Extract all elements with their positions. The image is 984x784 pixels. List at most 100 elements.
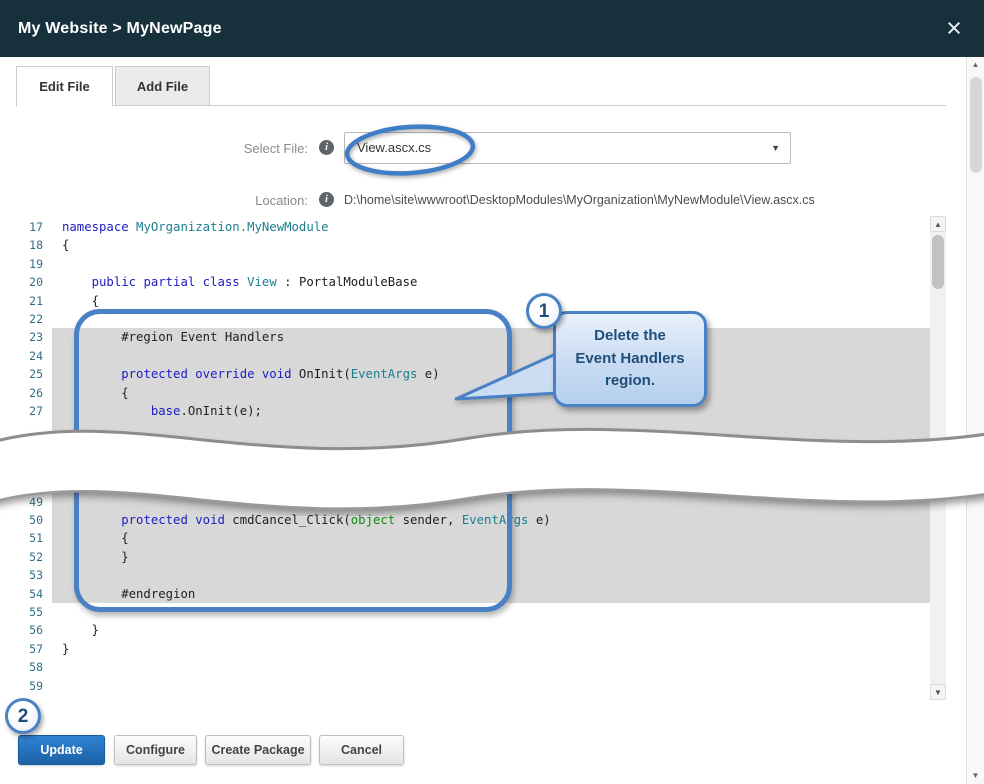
code-text: #endregion xyxy=(52,585,930,603)
page-scrollbar[interactable]: ▲ ▼ xyxy=(966,57,984,784)
configure-button[interactable]: Configure xyxy=(114,735,197,765)
chevron-down-icon: ▼ xyxy=(771,133,780,163)
scrollbar-thumb[interactable] xyxy=(932,235,944,289)
line-number: 48 xyxy=(16,474,52,492)
code-text: { xyxy=(52,292,930,310)
tab-add-file[interactable]: Add File xyxy=(115,66,210,106)
line-number: 52 xyxy=(16,548,52,566)
breadcrumb-title: My Website > MyNewPage xyxy=(18,0,222,57)
code-line: 51 { xyxy=(16,529,930,547)
info-icon[interactable]: i xyxy=(319,192,334,207)
code-text xyxy=(52,677,930,695)
code-text xyxy=(52,658,930,676)
code-text: { xyxy=(52,236,930,254)
line-number: 17 xyxy=(16,218,52,236)
line-number: 25 xyxy=(16,365,52,383)
code-text: #region Event Handlers xyxy=(52,328,930,346)
scroll-up-icon[interactable]: ▲ xyxy=(967,57,984,73)
cancel-button[interactable]: Cancel xyxy=(319,735,404,765)
code-line: 23 #region Event Handlers xyxy=(16,328,930,346)
line-number: 54 xyxy=(16,585,52,603)
update-button[interactable]: Update xyxy=(18,735,105,765)
line-number: 51 xyxy=(16,529,52,547)
code-line: 58 xyxy=(16,658,930,676)
code-line: 24 xyxy=(16,347,930,365)
code-text: { xyxy=(52,384,930,402)
code-line: 22 xyxy=(16,310,930,328)
scroll-down-icon[interactable]: ▼ xyxy=(930,684,946,700)
code-line: 48 xyxy=(16,474,930,492)
dialog-header: My Website > MyNewPage × xyxy=(0,0,984,57)
line-number: 19 xyxy=(16,255,52,273)
file-select-dropdown[interactable]: View.ascx.cs ▼ xyxy=(344,132,791,164)
code-line: 25 protected override void OnInit(EventA… xyxy=(16,365,930,383)
code-lines: 17namespace MyOrganization.MyNewModule18… xyxy=(16,218,930,695)
close-icon[interactable]: × xyxy=(940,15,968,43)
code-line: 53 xyxy=(16,566,930,584)
line-number: 23 xyxy=(16,328,52,346)
code-line: 49 xyxy=(16,493,930,511)
code-text xyxy=(52,420,930,474)
line-number: 50 xyxy=(16,511,52,529)
code-editor[interactable]: 17namespace MyOrganization.MyNewModule18… xyxy=(16,216,946,700)
line-number: 58 xyxy=(16,658,52,676)
line-number: 56 xyxy=(16,621,52,639)
code-text: { xyxy=(52,529,930,547)
code-line: 20 public partial class View : PortalMod… xyxy=(16,273,930,291)
code-text xyxy=(52,255,930,273)
line-number: 20 xyxy=(16,273,52,291)
line-number: 26 xyxy=(16,384,52,402)
line-number: 49 xyxy=(16,493,52,511)
code-text: base.OnInit(e); xyxy=(52,402,930,420)
code-text: } xyxy=(52,621,930,639)
code-text: protected override void OnInit(EventArgs… xyxy=(52,365,930,383)
code-line: 21 { xyxy=(16,292,930,310)
code-line: 59 xyxy=(16,677,930,695)
code-text: public partial class View : PortalModule… xyxy=(52,273,930,291)
code-text: } xyxy=(52,640,930,658)
line-number: 59 xyxy=(16,677,52,695)
code-text xyxy=(52,347,930,365)
select-file-label: Select File: xyxy=(158,141,308,156)
line-number: 55 xyxy=(16,603,52,621)
scroll-up-icon[interactable]: ▲ xyxy=(930,216,946,232)
code-line: 55 xyxy=(16,603,930,621)
file-select-value: View.ascx.cs xyxy=(357,133,431,163)
code-text: } xyxy=(52,548,930,566)
line-number: 24 xyxy=(16,347,52,365)
code-line: 18{ xyxy=(16,236,930,254)
tab-edit-file[interactable]: Edit File xyxy=(16,66,113,107)
code-text xyxy=(52,566,930,584)
code-line: 54 #endregion xyxy=(16,585,930,603)
editor-scrollbar[interactable]: ▲ ▼ xyxy=(930,216,946,700)
step-2-badge: 2 xyxy=(5,698,41,734)
code-break-row xyxy=(16,420,930,474)
code-line: 19 xyxy=(16,255,930,273)
code-line: 26 { xyxy=(16,384,930,402)
code-line: 56 } xyxy=(16,621,930,639)
location-path: D:\home\site\wwwroot\DesktopModules\MyOr… xyxy=(344,193,815,207)
line-number: 57 xyxy=(16,640,52,658)
code-text: protected void cmdCancel_Click(object se… xyxy=(52,511,930,529)
scrollbar-thumb[interactable] xyxy=(970,77,982,173)
code-line: 50 protected void cmdCancel_Click(object… xyxy=(16,511,930,529)
code-text: namespace MyOrganization.MyNewModule xyxy=(52,218,930,236)
line-number xyxy=(16,420,52,474)
code-line: 17namespace MyOrganization.MyNewModule xyxy=(16,218,930,236)
line-number: 18 xyxy=(16,236,52,254)
line-number: 27 xyxy=(16,402,52,420)
line-number: 53 xyxy=(16,566,52,584)
location-label: Location: xyxy=(158,193,308,208)
code-text xyxy=(52,310,930,328)
code-line: 52 } xyxy=(16,548,930,566)
create-package-button[interactable]: Create Package xyxy=(205,735,311,765)
scroll-down-icon[interactable]: ▼ xyxy=(967,768,984,784)
info-icon[interactable]: i xyxy=(319,140,334,155)
code-text xyxy=(52,603,930,621)
code-line: 27 base.OnInit(e); xyxy=(16,402,930,420)
code-text xyxy=(52,493,930,511)
code-line: 57} xyxy=(16,640,930,658)
line-number: 21 xyxy=(16,292,52,310)
code-text xyxy=(52,474,930,492)
line-number: 22 xyxy=(16,310,52,328)
